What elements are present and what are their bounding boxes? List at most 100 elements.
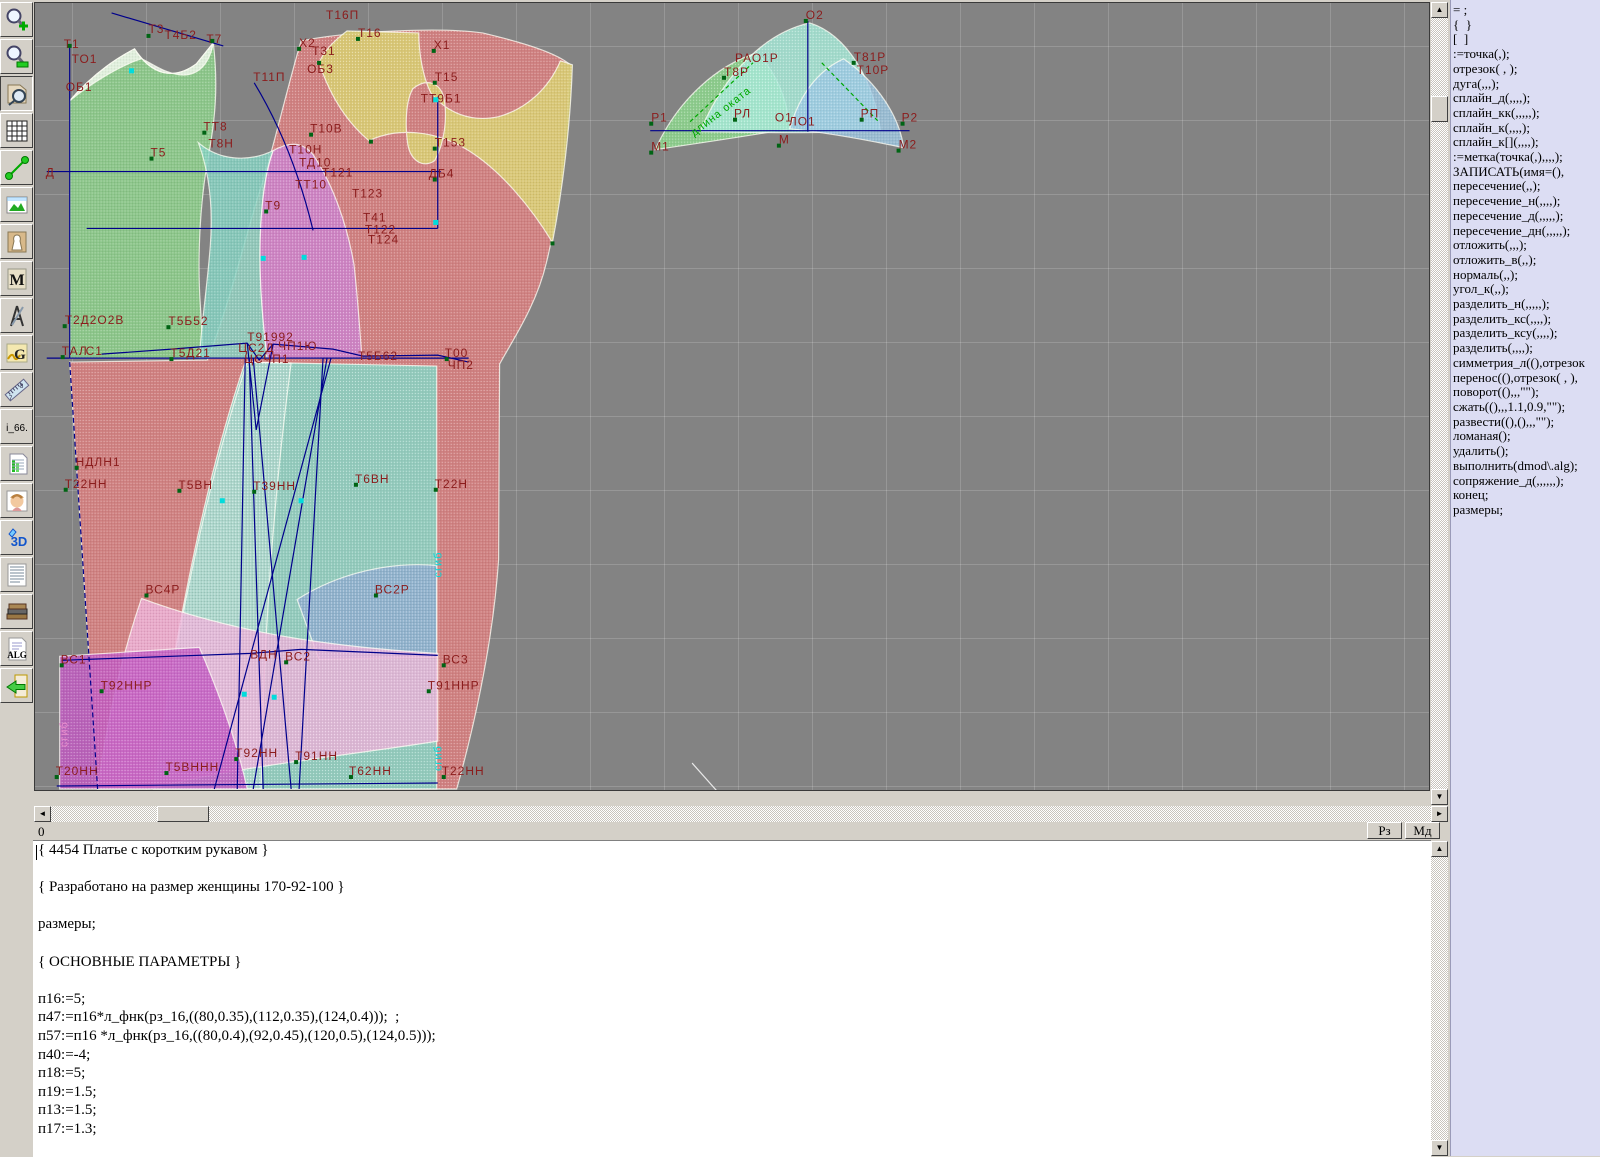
- tool-zoom-in-button[interactable]: [0, 2, 33, 37]
- command-item[interactable]: поворот((),,,"");: [1451, 385, 1600, 400]
- command-item[interactable]: отложить_в(,,);: [1451, 253, 1600, 268]
- control-point[interactable]: [202, 131, 206, 135]
- control-point[interactable]: [129, 68, 134, 73]
- control-point[interactable]: [220, 498, 225, 503]
- command-item[interactable]: сжать((),,,1.1,0.9,"");: [1451, 400, 1600, 415]
- command-item[interactable]: пересечение_дн(,,,,,);: [1451, 224, 1600, 239]
- control-point[interactable]: [309, 133, 313, 137]
- command-item[interactable]: отрезок( , );: [1451, 62, 1600, 77]
- control-point[interactable]: [144, 593, 148, 597]
- control-point[interactable]: [166, 325, 170, 329]
- control-point[interactable]: [860, 118, 864, 122]
- command-item[interactable]: угол_к(,,);: [1451, 282, 1600, 297]
- command-item[interactable]: дуга(,,,);: [1451, 77, 1600, 92]
- scroll-thumb[interactable]: [157, 806, 209, 822]
- command-item[interactable]: конец;: [1451, 488, 1600, 503]
- command-item[interactable]: отложить(,,,);: [1451, 238, 1600, 253]
- command-item[interactable]: пересечение_д(,,,,,);: [1451, 209, 1600, 224]
- command-item[interactable]: сплайн_д(,,,,);: [1451, 91, 1600, 106]
- control-point[interactable]: [649, 122, 653, 126]
- md-button[interactable]: Мд: [1405, 822, 1440, 839]
- control-point[interactable]: [61, 355, 65, 359]
- command-item[interactable]: перенос((),отрезок( , ),: [1451, 371, 1600, 386]
- control-point[interactable]: [901, 122, 905, 126]
- control-point[interactable]: [302, 255, 307, 260]
- control-point[interactable]: [445, 357, 449, 361]
- control-point[interactable]: [442, 663, 446, 667]
- control-point[interactable]: [434, 488, 438, 492]
- editor-vscrollbar[interactable]: ▲ ▼: [1431, 841, 1448, 1156]
- control-point[interactable]: [234, 757, 238, 761]
- command-item[interactable]: развести((),(),,,"");: [1451, 415, 1600, 430]
- control-point[interactable]: [64, 488, 68, 492]
- control-point[interactable]: [149, 157, 153, 161]
- control-point[interactable]: [427, 689, 431, 693]
- tool-alg-page-button[interactable]: ALG: [0, 631, 33, 666]
- command-item[interactable]: = ;: [1451, 3, 1600, 18]
- control-point[interactable]: [374, 593, 378, 597]
- control-point[interactable]: [68, 44, 72, 48]
- control-point[interactable]: [369, 140, 373, 144]
- command-item[interactable]: сплайн_кк(,,,,,);: [1451, 106, 1600, 121]
- tool-letter-m-button[interactable]: M: [0, 261, 33, 296]
- command-item[interactable]: разделить_ксу(,,,,);: [1451, 326, 1600, 341]
- control-point[interactable]: [317, 61, 321, 65]
- tool-list-page-button[interactable]: [0, 557, 33, 592]
- tool-zoom-out-button[interactable]: [0, 39, 33, 74]
- control-point[interactable]: [177, 489, 181, 493]
- control-point[interactable]: [433, 147, 437, 151]
- tool-books-button[interactable]: [0, 594, 33, 629]
- control-point[interactable]: [733, 118, 737, 122]
- control-point[interactable]: [433, 220, 438, 225]
- command-item[interactable]: выполнить(dmod\.alg);: [1451, 459, 1600, 474]
- control-point[interactable]: [261, 256, 266, 261]
- tool-portrait-button[interactable]: [0, 483, 33, 518]
- tool-exit-arrow-button[interactable]: [0, 668, 33, 703]
- control-point[interactable]: [804, 19, 808, 23]
- code-editor[interactable]: { 4454 Платье с коротким рукавом } { Раз…: [33, 840, 1431, 1157]
- control-point[interactable]: [433, 81, 437, 85]
- tool-grid-button[interactable]: [0, 113, 33, 148]
- command-item[interactable]: ЗАПИСАТЬ(имя=(),: [1451, 165, 1600, 180]
- command-item[interactable]: { }: [1451, 18, 1600, 33]
- control-point[interactable]: [297, 47, 301, 51]
- control-point[interactable]: [242, 692, 247, 697]
- tool-table-button[interactable]: [0, 446, 33, 481]
- control-point[interactable]: [299, 498, 304, 503]
- tool-image-button[interactable]: [0, 187, 33, 222]
- rz-button[interactable]: Рз: [1367, 822, 1402, 839]
- control-point[interactable]: [349, 775, 353, 779]
- tool-pattern-person-button[interactable]: [0, 224, 33, 259]
- tool-letter-g-button[interactable]: G: [0, 335, 33, 370]
- command-item[interactable]: размеры;: [1451, 503, 1600, 518]
- canvas-vscrollbar[interactable]: ▲ ▼: [1431, 2, 1448, 805]
- command-item[interactable]: пересечение(,,);: [1451, 179, 1600, 194]
- pattern-canvas[interactable]: Т1ТО1ОБ1Т3Т4Б2Т7Т16ПТ16Х2Т31ОБ3Х1Т11ПТ15…: [34, 2, 1430, 791]
- command-item[interactable]: сплайн_к(,,,,);: [1451, 121, 1600, 136]
- control-point[interactable]: [252, 490, 256, 494]
- command-item[interactable]: разделить(,,,,);: [1451, 341, 1600, 356]
- control-point[interactable]: [284, 660, 288, 664]
- command-item[interactable]: нормаль(,,);: [1451, 268, 1600, 283]
- control-point[interactable]: [356, 37, 360, 41]
- control-point[interactable]: [442, 775, 446, 779]
- command-item[interactable]: сопряжение_д(,,,,,,);: [1451, 474, 1600, 489]
- tool-i66-button[interactable]: i_66.: [0, 409, 33, 444]
- command-item[interactable]: :=метка(точка(,),,,,);: [1451, 150, 1600, 165]
- command-item[interactable]: удалить();: [1451, 444, 1600, 459]
- scroll-left-button[interactable]: ◄: [34, 806, 51, 822]
- control-point[interactable]: [550, 241, 554, 245]
- tool-piece-preview-button[interactable]: [0, 76, 33, 111]
- control-point[interactable]: [264, 209, 268, 213]
- tool-segment-button[interactable]: [0, 150, 33, 185]
- control-point[interactable]: [272, 695, 277, 700]
- control-point[interactable]: [649, 151, 653, 155]
- control-point[interactable]: [294, 760, 298, 764]
- control-point[interactable]: [55, 775, 59, 779]
- tool-threed-button[interactable]: 3D: [0, 520, 33, 555]
- control-point[interactable]: [169, 357, 173, 361]
- control-point[interactable]: [210, 39, 214, 43]
- control-point[interactable]: [164, 771, 168, 775]
- canvas-hscrollbar[interactable]: ◄ ►: [34, 806, 1448, 822]
- command-item[interactable]: [ ]: [1451, 32, 1600, 47]
